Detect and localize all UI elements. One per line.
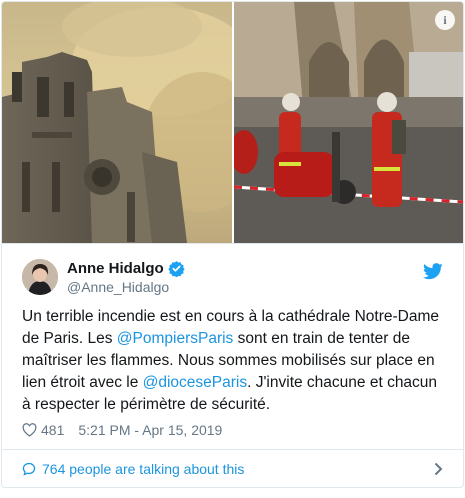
avatar[interactable] [22,259,58,295]
mention-link-pompiers[interactable]: @PompiersParis [117,330,234,347]
author-name[interactable]: Anne Hidalgo [67,260,164,277]
tweet-meta: 481 5:21 PM - Apr 15, 2019 [22,422,222,438]
tweet-text: Un terrible incendie est en cours à la c… [22,306,447,416]
cathedral-smoke-image [2,2,232,243]
tweet-header: Anne Hidalgo @Anne_Hidalgo [2,244,463,304]
twitter-bird-icon[interactable] [423,263,443,280]
talking-count-link[interactable]: 764 people are talking about this [42,461,244,477]
mention-link-diocese[interactable]: @dioceseParis [143,374,247,391]
verified-icon [168,261,185,277]
embedded-tweet-card: i Anne Hidalgo @Anne_Hidalgo Un terrible… [1,1,464,488]
author-name-row: Anne Hidalgo [67,260,185,277]
tweet-media[interactable]: i [2,2,463,244]
author-handle[interactable]: @Anne_Hidalgo [67,279,169,295]
firefighters-image [234,2,463,243]
like-count[interactable]: 481 [41,422,64,438]
photo-notre-dame-smoke[interactable] [2,2,232,243]
tweet-footer-link[interactable]: 764 people are talking about this [2,450,463,487]
heart-icon[interactable] [22,423,37,437]
chevron-right-icon[interactable] [434,462,443,476]
avatar-image [22,259,58,295]
tweet-timestamp[interactable]: 5:21 PM - Apr 15, 2019 [78,422,222,438]
info-icon[interactable]: i [435,10,455,30]
photo-firefighters[interactable] [234,2,463,243]
speech-bubble-icon [22,462,36,476]
